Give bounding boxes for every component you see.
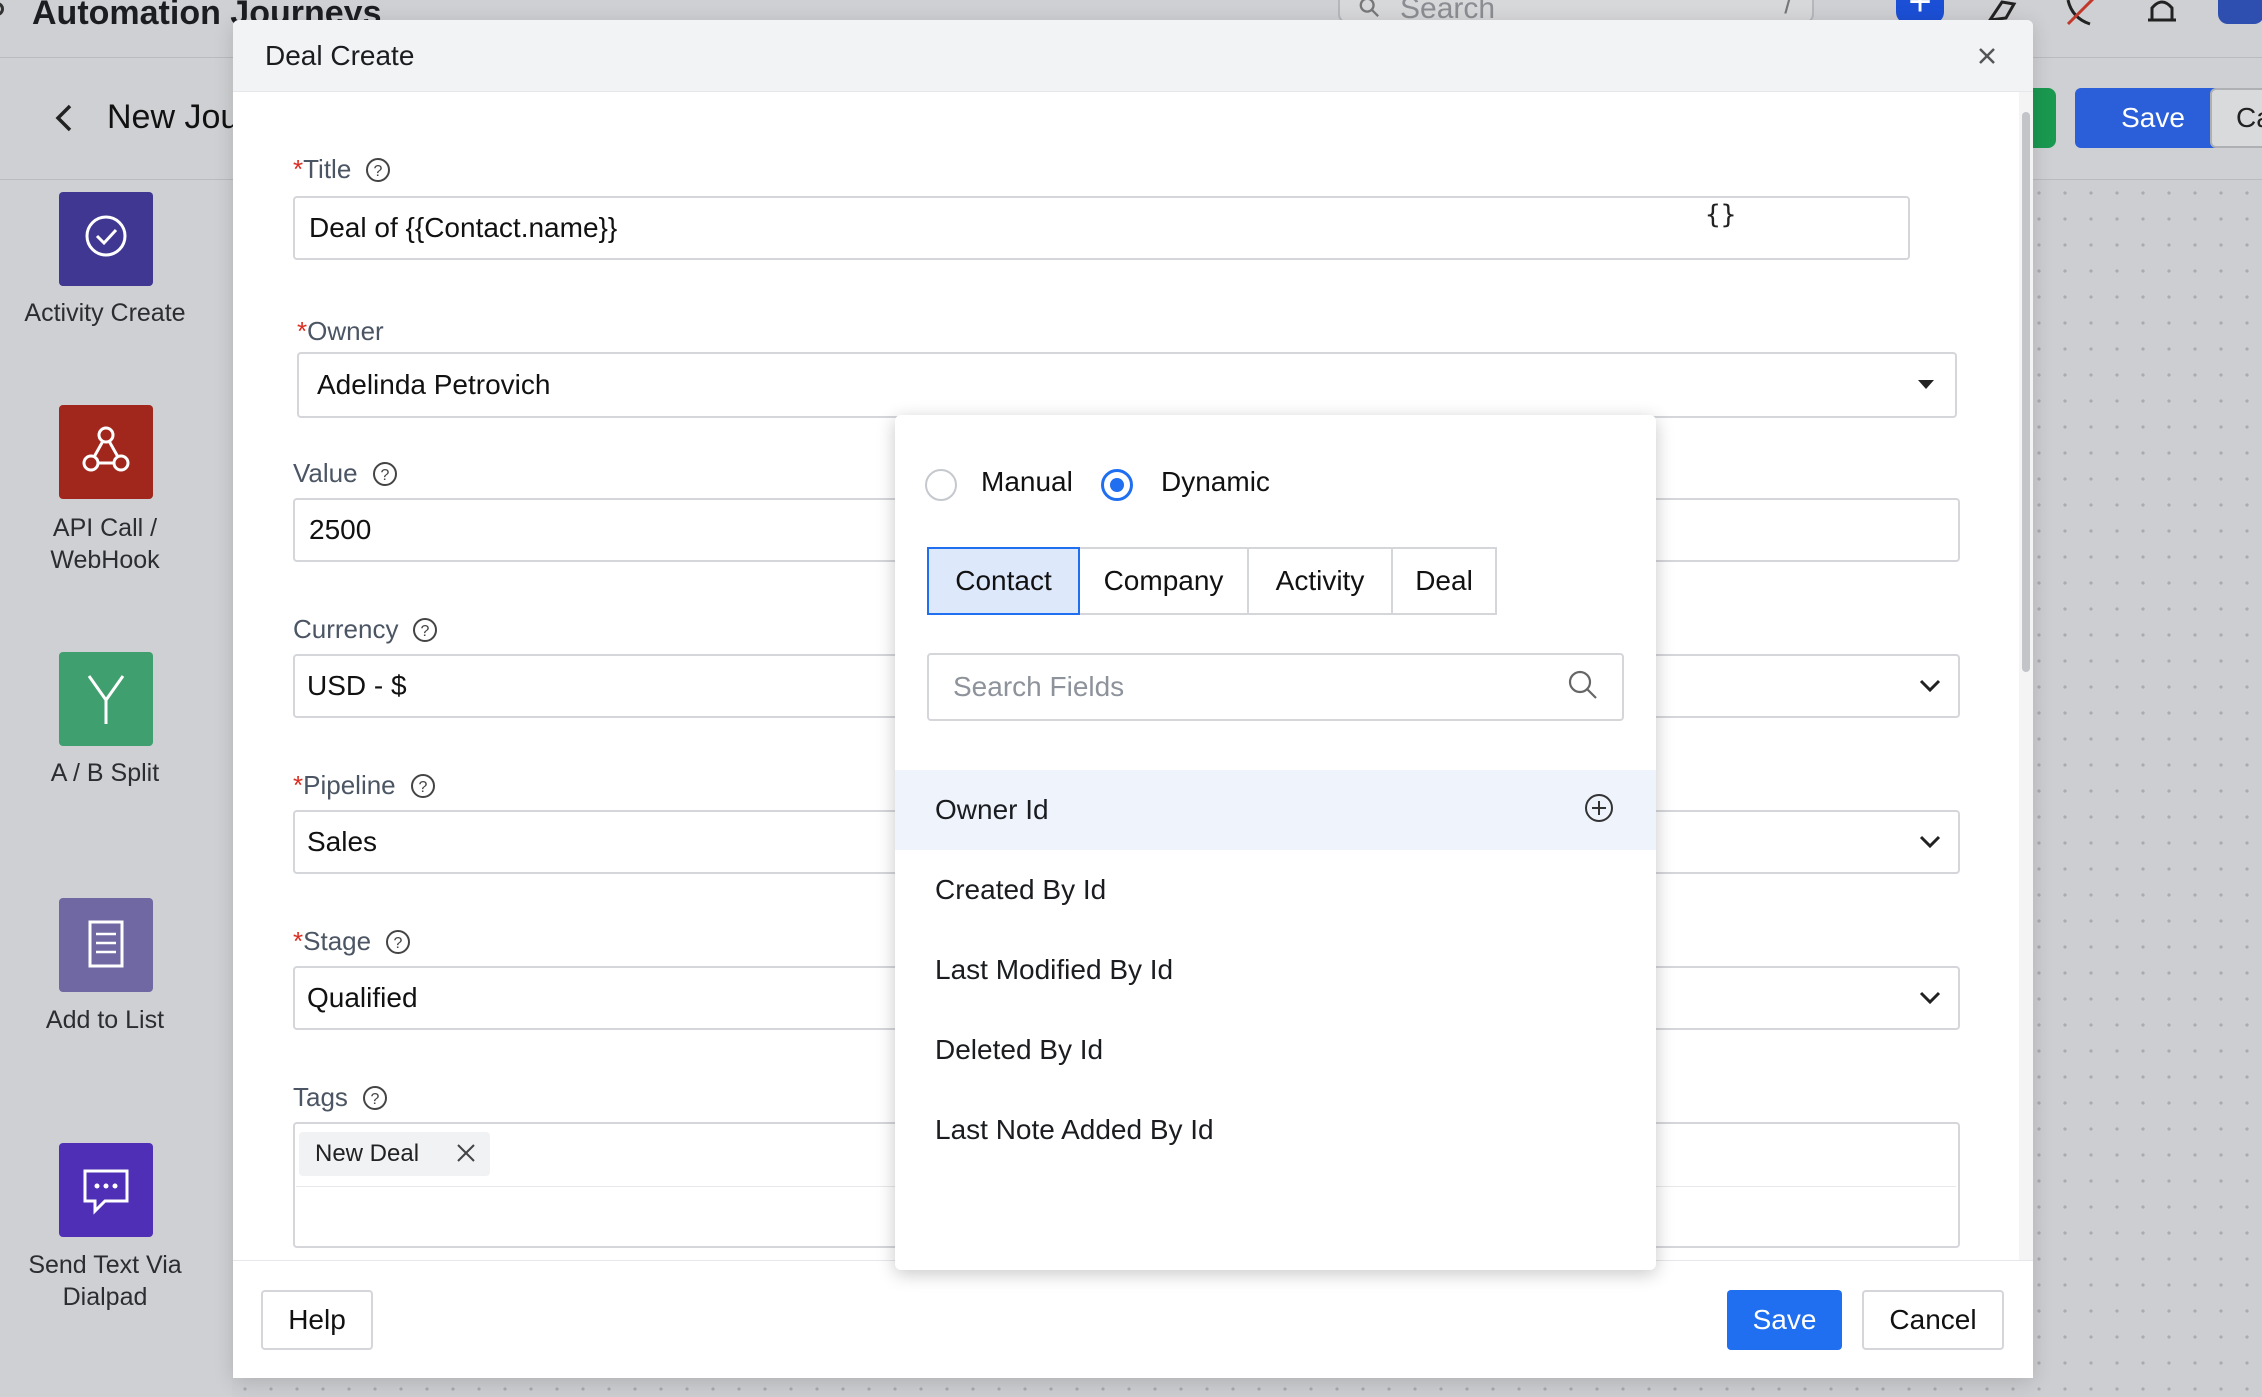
- value-label-text: Value: [293, 458, 358, 488]
- webhook-icon: [82, 426, 130, 472]
- help-icon[interactable]: ?: [385, 929, 411, 955]
- list-icon: [88, 920, 124, 968]
- dynamic-field-picker: Manual Dynamic Contact Company Activity …: [895, 415, 1656, 1270]
- tile-label-activity-create: Activity Create: [24, 299, 186, 327]
- ab-split-tile[interactable]: [59, 652, 153, 746]
- cancel-button[interactable]: Cancel: [1862, 1290, 2004, 1350]
- stage-label: * Stage ?: [293, 926, 411, 957]
- title-input[interactable]: Deal of {{Contact.name}}: [293, 196, 1910, 260]
- svg-text:?: ?: [380, 467, 389, 484]
- api-call-webhook-tile[interactable]: [59, 405, 153, 499]
- dynamic-radio[interactable]: [1101, 469, 1133, 501]
- tile-label-ab-split: A / B Split: [50, 759, 160, 787]
- tab-activity[interactable]: Activity: [1247, 547, 1393, 615]
- caret-down-icon: [1918, 380, 1934, 389]
- activity-create-tile[interactable]: [59, 192, 153, 286]
- manual-radio-label[interactable]: Manual: [981, 466, 1073, 498]
- tile-label-send-text: Send Text Via Dialpad: [28, 1251, 182, 1311]
- svg-text:?: ?: [421, 623, 430, 640]
- owner-label: * Owner: [297, 316, 384, 347]
- journey-save-button[interactable]: Save: [2075, 88, 2231, 148]
- tags-label: Tags ?: [293, 1082, 388, 1113]
- required-marker: *: [293, 154, 304, 184]
- tab-company[interactable]: Company: [1078, 547, 1249, 615]
- add-circle-icon[interactable]: [1583, 792, 1615, 824]
- check-circle-icon: [85, 215, 127, 257]
- modal-title: Deal Create: [265, 40, 415, 71]
- close-icon[interactable]: [1973, 42, 2001, 70]
- required-marker: *: [293, 926, 304, 956]
- phone-off-icon[interactable]: [2060, 0, 2104, 30]
- tags-label-text: Tags: [293, 1082, 348, 1112]
- pipeline-label-text: Pipeline: [303, 770, 396, 800]
- bell-icon[interactable]: [2140, 0, 2184, 30]
- help-icon[interactable]: ?: [362, 1085, 388, 1111]
- back-arrow-icon[interactable]: [52, 103, 76, 133]
- modal-scrollbar[interactable]: [2019, 92, 2033, 1272]
- help-icon[interactable]: ?: [365, 157, 391, 183]
- owner-label-text: Owner: [307, 316, 384, 346]
- dynamic-radio-label[interactable]: Dynamic: [1161, 466, 1270, 498]
- currency-label: Currency ?: [293, 614, 438, 645]
- pipeline-label: * Pipeline ?: [293, 770, 436, 801]
- tag-chip-label: New Deal: [315, 1140, 420, 1167]
- svg-text:?: ?: [418, 779, 427, 796]
- help-icon[interactable]: ?: [412, 617, 438, 643]
- tab-deal[interactable]: Deal: [1391, 547, 1497, 615]
- tile-label-add-to-list: Add to List: [45, 1006, 165, 1034]
- search-shortcut-key: /: [1784, 0, 1792, 19]
- chevron-down-icon: [1919, 679, 1941, 693]
- remove-tag-icon[interactable]: [455, 1142, 477, 1164]
- search-icon: [1359, 0, 1379, 17]
- field-item-label: Deleted By Id: [935, 1034, 1104, 1065]
- svg-text:?: ?: [370, 1091, 379, 1108]
- owner-select[interactable]: Adelinda Petrovich: [297, 352, 1957, 418]
- manual-radio[interactable]: [925, 469, 957, 501]
- save-button[interactable]: Save: [1727, 1290, 1842, 1350]
- help-button[interactable]: Help: [261, 1290, 373, 1350]
- svg-text:?: ?: [394, 935, 403, 952]
- split-icon: [87, 675, 125, 724]
- insert-variable-button[interactable]: {}: [1705, 200, 1736, 230]
- tile-label-api-call: API Call / WebHook: [50, 514, 160, 574]
- required-marker: *: [293, 770, 304, 800]
- field-item-owner-id[interactable]: Owner Id: [895, 770, 1656, 850]
- stage-label-text: Stage: [303, 926, 372, 956]
- field-item-deleted-by-id[interactable]: Deleted By Id: [895, 1010, 1656, 1090]
- scrollbar-thumb[interactable]: [2022, 112, 2030, 672]
- required-marker: *: [297, 316, 308, 346]
- svg-text:?: ?: [374, 163, 383, 180]
- field-item-label: Last Note Added By Id: [935, 1114, 1214, 1145]
- help-icon[interactable]: ?: [372, 461, 398, 487]
- tab-contact[interactable]: Contact: [927, 547, 1080, 615]
- chevron-down-icon: [1919, 991, 1941, 1005]
- search-icon: [1568, 670, 1597, 699]
- field-item-last-modified-by-id[interactable]: Last Modified By Id: [895, 930, 1656, 1010]
- search-fields-input[interactable]: [927, 653, 1624, 721]
- user-avatar[interactable]: [2218, 0, 2262, 24]
- chat-icon: [83, 1169, 129, 1215]
- add-to-list-tile[interactable]: [59, 898, 153, 992]
- currency-label-text: Currency: [293, 614, 399, 644]
- field-item-last-note-added-by-id[interactable]: Last Note Added By Id: [895, 1090, 1656, 1170]
- field-item-label: Owner Id: [935, 794, 1049, 825]
- modal-header: Deal Create: [233, 20, 2033, 92]
- title-label-text: Title: [303, 154, 352, 184]
- send-text-dialpad-tile[interactable]: [59, 1143, 153, 1237]
- journey-name: New Jou: [107, 98, 240, 136]
- field-item-created-by-id[interactable]: Created By Id: [895, 850, 1656, 930]
- chevron-down-icon: [1919, 835, 1941, 849]
- field-item-label: Last Modified By Id: [935, 954, 1174, 985]
- journey-cancel-button[interactable]: Ca: [2210, 88, 2262, 148]
- help-icon[interactable]: ?: [410, 773, 436, 799]
- title-label: * Title ?: [293, 154, 391, 185]
- field-item-label: Created By Id: [935, 874, 1107, 905]
- app-logo-icon: [0, 2, 4, 16]
- value-label: Value ?: [293, 458, 398, 489]
- tag-chip: New Deal: [299, 1132, 490, 1176]
